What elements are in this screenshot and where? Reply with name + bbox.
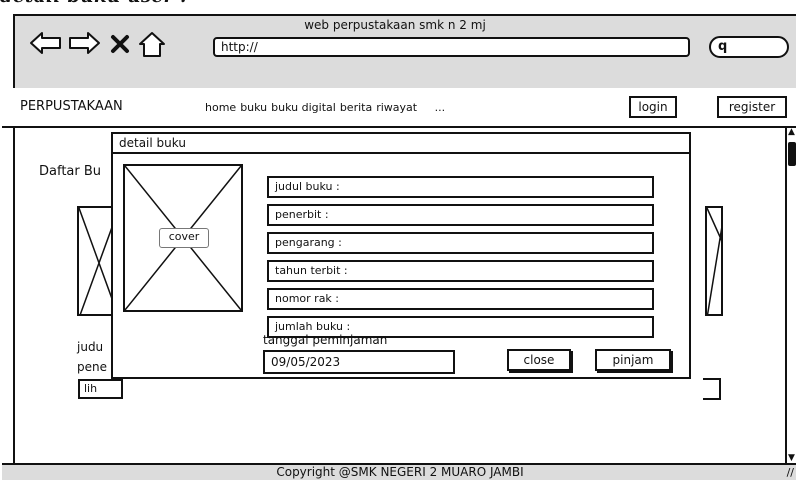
close-icon[interactable] [109,33,131,55]
scroll-up-icon[interactable]: ▲ [788,128,795,137]
book-title-text: judu [77,340,104,354]
date-label: tanggal peminjaman [263,333,388,347]
field-tahun-terbit: tahun terbit : [267,260,654,282]
home-icon[interactable] [137,30,167,58]
book-detail-modal: detail buku cover judul buku : penerbit … [111,132,691,379]
back-icon[interactable] [29,30,63,56]
nav-more[interactable]: ... [435,101,446,114]
site-brand: PERPUSTAKAAN [20,99,123,114]
login-button[interactable]: login [629,96,677,118]
nav-buku-digital-link[interactable]: buku digital [271,101,336,114]
pinjam-button[interactable]: pinjam [595,349,671,371]
book-publisher-text: pene [77,360,107,374]
search-icon: q [718,39,728,54]
forward-icon[interactable] [67,30,101,56]
date-input[interactable]: 09/05/2023 [263,350,455,374]
field-pengarang: pengarang : [267,232,654,254]
field-judul-buku: judul buku : [267,176,654,198]
site-footer: Copyright @SMK NEGERI 2 MUARO JAMBI // [2,463,796,480]
nav-riwayat-link[interactable]: riwayat [376,101,417,114]
book-list-title: Daftar Bu [39,164,102,179]
scroll-down-icon[interactable]: ▼ [788,454,795,463]
scrollbar[interactable]: ▲ ▼ [785,128,796,463]
nav-berita-link[interactable]: berita [340,101,372,114]
close-button[interactable]: close [507,349,571,371]
modal-title: detail buku [113,134,689,154]
page-caption: detail buku user : [0,0,188,8]
view-book-button[interactable] [703,378,721,400]
cover-label: cover [159,228,209,248]
browser-titlebar: web perpustakaan smk n 2 mj http:// q [15,16,796,90]
browser-window: web perpustakaan smk n 2 mj http:// q PE… [2,14,796,480]
window-title: web perpustakaan smk n 2 mj [304,18,486,32]
nav-buku-link[interactable]: buku [240,101,267,114]
search-input[interactable]: q [709,36,789,58]
footer-copyright: Copyright @SMK NEGERI 2 MUARO JAMBI [276,465,524,479]
nav-home-link[interactable]: home [205,101,236,114]
nav-menu: home buku buku digital berita riwayat ... [205,101,449,114]
field-nomor-rak: nomor rak : [267,288,654,310]
url-input[interactable]: http:// [213,37,690,57]
book-image-placeholder [705,206,723,316]
site-navbar: PERPUSTAKAAN home buku buku digital berita r… [2,88,796,128]
view-book-button[interactable]: lih [78,379,123,399]
field-penerbit: penerbit : [267,204,654,226]
register-button[interactable]: register [717,96,787,118]
cover-image-placeholder: cover [123,164,243,312]
scroll-thumb[interactable] [788,142,796,166]
